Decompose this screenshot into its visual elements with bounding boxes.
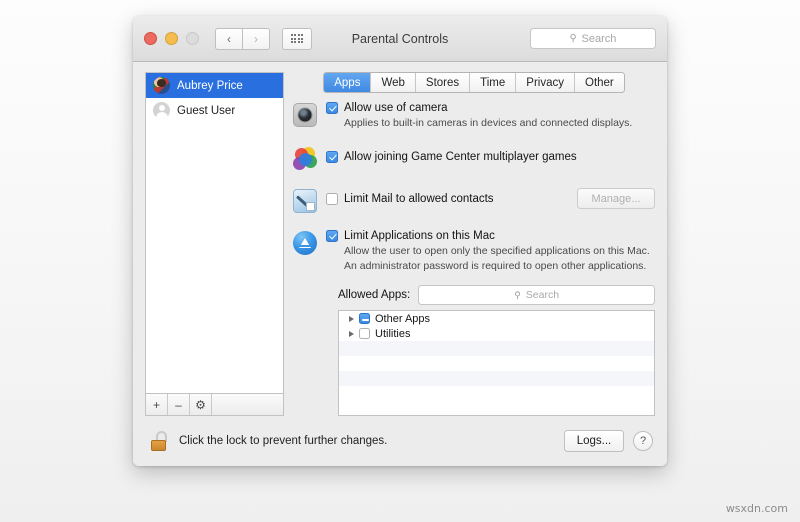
user-name: Guest User	[177, 104, 236, 117]
setting-allow-camera: Allow use of camera Applies to built-in …	[293, 102, 655, 130]
unlocked-padlock-icon[interactable]	[151, 431, 168, 451]
avatar	[153, 77, 170, 94]
user-list: Aubrey Price Guest User	[145, 72, 284, 393]
search-placeholder: Search	[525, 289, 560, 302]
allow-camera-label: Allow use of camera	[344, 102, 448, 114]
setting-limit-applications: Limit Applications on this Mac Allow the…	[293, 230, 655, 273]
tab-stores[interactable]: Stores	[415, 73, 471, 92]
search-icon: ⚲	[569, 33, 577, 44]
allowed-apps-list[interactable]: Other Apps Utilities	[338, 310, 655, 416]
limit-applications-label: Limit Applications on this Mac	[344, 230, 495, 243]
game-center-checkbox-row[interactable]: Allow joining Game Center multiplayer ga…	[326, 151, 655, 164]
tab-bar: Apps Web Stores Time Privacy Other	[293, 72, 655, 93]
limit-applications-description: Allow the user to open only the specifie…	[344, 245, 650, 272]
disclosure-triangle-icon[interactable]	[349, 330, 354, 337]
manage-contacts-button: Manage...	[577, 188, 655, 210]
search-icon: ⚲	[514, 289, 521, 300]
list-item[interactable]: Other Apps	[339, 311, 654, 326]
show-all-preferences-button[interactable]	[282, 27, 312, 50]
setting-game-center: Allow joining Game Center multiplayer ga…	[293, 146, 655, 171]
limit-applications-checkbox-row[interactable]: Limit Applications on this Mac	[326, 230, 655, 243]
zoom-button-icon	[186, 32, 199, 45]
tab-apps[interactable]: Apps	[324, 73, 372, 92]
sidebar-footer-spacer	[212, 394, 283, 415]
camera-icon	[293, 103, 317, 127]
tab-other[interactable]: Other	[575, 73, 624, 92]
toolbar-search-field[interactable]: ⚲ Search	[530, 28, 656, 49]
close-button-icon[interactable]	[144, 32, 157, 45]
window-body: Aubrey Price Guest User + – ⚙ Apps Web S…	[133, 62, 667, 416]
list-item-empty	[339, 341, 654, 357]
add-user-button[interactable]: +	[146, 394, 168, 415]
utilities-checkbox[interactable]	[359, 328, 370, 340]
limit-mail-checkbox[interactable]	[326, 192, 338, 205]
user-name: Aubrey Price	[177, 79, 243, 92]
allowed-apps-header: Allowed Apps: ⚲ Search	[293, 285, 655, 306]
sidebar-item-guest-user[interactable]: Guest User	[146, 98, 283, 123]
watermark: wsxdn.com	[725, 502, 788, 515]
remove-user-button[interactable]: –	[168, 394, 190, 415]
window-footer: Click the lock to prevent further change…	[133, 416, 667, 466]
app-store-icon	[293, 231, 317, 256]
game-center-label: Allow joining Game Center multiplayer ga…	[344, 151, 577, 164]
users-sidebar: Aubrey Price Guest User + – ⚙	[145, 72, 284, 416]
logs-button[interactable]: Logs...	[564, 430, 624, 452]
sidebar-item-aubrey-price[interactable]: Aubrey Price	[146, 73, 283, 98]
list-item-label: Utilities	[375, 327, 411, 340]
game-center-icon	[293, 147, 317, 171]
parental-controls-window: ‹ › Parental Controls ⚲ Search Aubrey Pr…	[133, 16, 667, 466]
mail-icon	[293, 189, 317, 214]
limit-mail-label: Limit Mail to allowed contacts	[344, 192, 494, 205]
minimize-button-icon[interactable]	[165, 32, 178, 45]
tab-privacy[interactable]: Privacy	[516, 73, 575, 92]
game-center-checkbox[interactable]	[326, 151, 338, 164]
apps-panel: Allow use of camera Applies to built-in …	[293, 102, 655, 416]
window-titlebar: ‹ › Parental Controls ⚲ Search	[133, 16, 667, 62]
list-item-label: Other Apps	[375, 312, 431, 325]
forward-button: ›	[242, 27, 270, 50]
back-button[interactable]: ‹	[215, 27, 242, 50]
tab-web[interactable]: Web	[371, 73, 416, 92]
allow-camera-checkbox-row[interactable]: Allow use of camera	[326, 102, 655, 114]
lock-message: Click the lock to prevent further change…	[179, 435, 388, 447]
allowed-apps-search-field[interactable]: ⚲ Search	[418, 285, 655, 306]
allow-camera-description: Applies to built-in cameras in devices a…	[344, 117, 633, 129]
disclosure-triangle-icon[interactable]	[349, 315, 354, 322]
list-item-empty	[339, 386, 654, 401]
grid-icon	[290, 34, 304, 43]
navigation-buttons: ‹ ›	[215, 27, 270, 50]
limit-applications-checkbox[interactable]	[326, 230, 338, 243]
tab-time[interactable]: Time	[470, 73, 517, 92]
allow-camera-checkbox[interactable]	[326, 102, 338, 114]
help-button[interactable]: ?	[633, 431, 653, 451]
avatar	[153, 102, 170, 119]
other-apps-checkbox[interactable]	[359, 313, 370, 325]
sidebar-footer-toolbar: + – ⚙	[145, 393, 284, 416]
traffic-lights	[144, 32, 199, 45]
content-pane: Apps Web Stores Time Privacy Other Allow…	[293, 72, 655, 416]
list-item-empty	[339, 356, 654, 371]
list-item-empty	[339, 371, 654, 387]
limit-mail-checkbox-row[interactable]: Limit Mail to allowed contacts	[326, 192, 494, 205]
footer-buttons: Logs... ?	[564, 430, 653, 452]
setting-limit-mail: Limit Mail to allowed contacts Manage...	[293, 188, 655, 214]
list-item[interactable]: Utilities	[339, 326, 654, 341]
allowed-apps-label: Allowed Apps:	[338, 289, 411, 302]
gear-icon[interactable]: ⚙	[190, 394, 212, 415]
search-placeholder: Search	[581, 32, 617, 45]
